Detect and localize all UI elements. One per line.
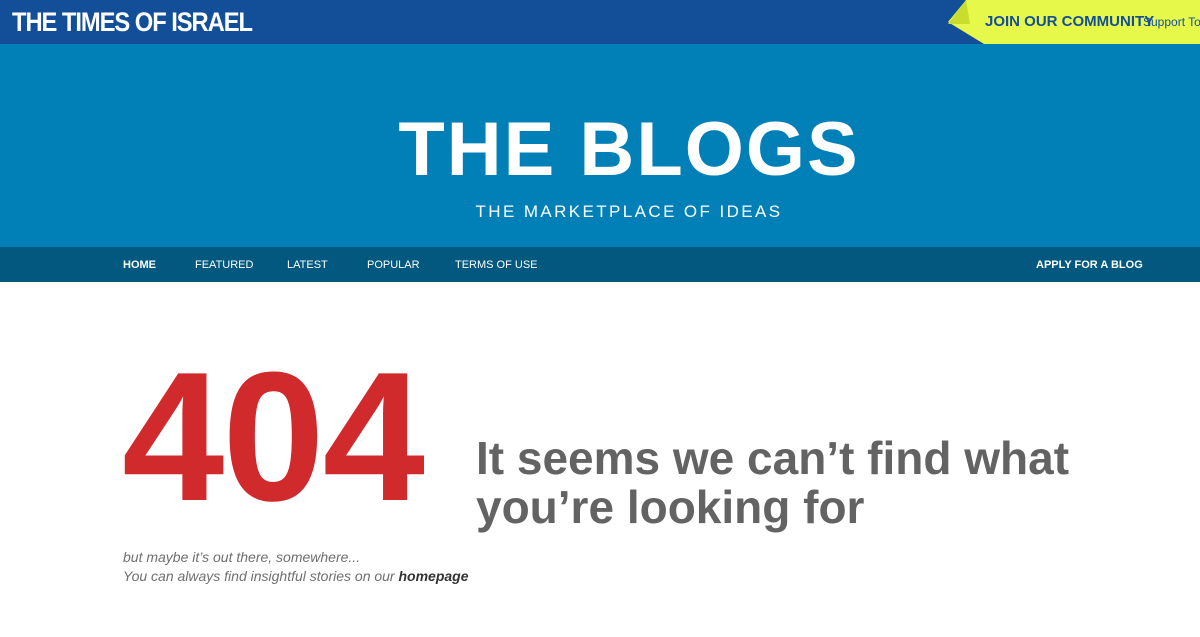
blogs-hero: THE BLOGS THE MARKETPLACE OF IDEAS [0,44,1200,247]
blogs-subtitle: THE MARKETPLACE OF IDEAS [475,202,783,221]
error-message: but maybe it’s out there, somewhere... [123,549,361,565]
nav-item-popular[interactable]: POPULAR [367,258,420,272]
nav-item-terms-of-use[interactable]: TERMS OF USE [455,258,538,272]
join-community-button[interactable]: JOIN OUR COMMUNITY [985,12,1154,32]
error-code: 404 [122,333,425,539]
error-suggestion: You can always find insightful stories o… [123,567,469,585]
apply-for-blog-link[interactable]: APPLY FOR A BLOG [1036,258,1143,272]
site-logo[interactable]: THE TIMES OF ISRAEL [12,6,253,38]
support-link[interactable]: Support ToI [1143,14,1200,30]
nav-item-home[interactable]: HOME [123,258,156,272]
error-headline: It seems we can’t find what you’re looki… [476,432,1070,533]
blogs-title[interactable]: THE BLOGS [0,110,1200,190]
nav-item-latest[interactable]: LATEST [287,258,328,272]
homepage-link[interactable]: homepage [399,568,469,584]
suggestion-text: You can always find insightful stories o… [123,568,399,584]
nav-item-featured[interactable]: FEATURED [195,258,253,272]
main-nav: HOME FEATURED LATEST POPULAR TERMS OF US… [0,247,1200,282]
